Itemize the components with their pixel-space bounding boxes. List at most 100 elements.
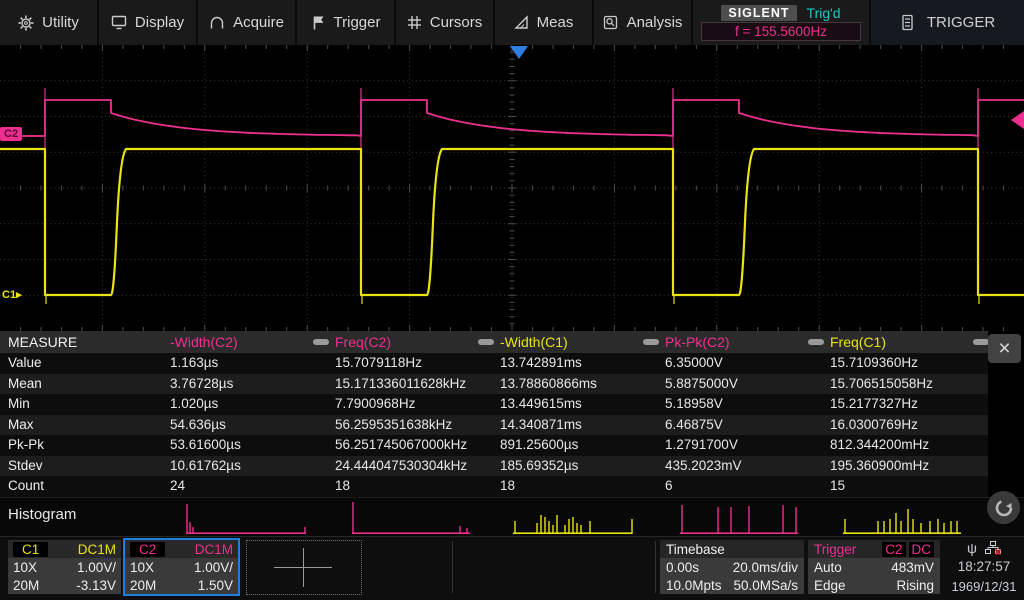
time-readout: 18:27:57 [957,559,1011,574]
gear-icon [18,15,34,30]
histogram-bar [730,507,732,534]
measure-cell: 6.46875V [665,416,723,432]
trigger-menu-label: TRIGGER [926,14,996,31]
measure-column-header[interactable]: -Width(C2) [170,331,238,353]
histogram-baseline [352,532,470,534]
remove-measure-button[interactable] [808,339,824,345]
channel-badge: C2 [130,541,166,557]
remove-measure-button[interactable] [313,339,329,345]
measure-row: Pk-Pk 53.61600µs 56.251745067000kHz 891.256… [0,435,988,456]
trigger-level-marker[interactable] [1011,111,1024,129]
histogram-bar [459,526,461,534]
menu-item-label: Acquire [233,14,284,31]
menu-item-utility[interactable]: Utility [0,0,99,45]
remove-measure-button[interactable] [973,339,989,345]
trigger-box[interactable]: Trigger C2 DC Auto 483mV Edge Rising [808,540,940,594]
measure-row-label: Mean [8,375,42,391]
timebase-box[interactable]: Timebase 0.00s 20.0ms/div 10.0Mpts 50.0M… [660,540,804,594]
sample-rate: 50.0MSa/s [733,577,798,593]
list-icon [902,14,913,31]
close-measure-button[interactable]: × [988,334,1021,363]
oscilloscope-ui: Utility Display Acquire Trigger Cursors … [0,0,1024,600]
histogram-bar [956,521,958,534]
measure-cell: 10.61762µs [170,457,241,473]
histogram-bar [580,525,582,534]
histogram-baseline [680,532,798,534]
measure-cell: 14.340871ms [500,416,582,432]
menu-item-label: Trigger [333,14,381,31]
measure-cell: 1.020µs [170,396,219,411]
memory-depth: 10.0Mpts [666,577,722,593]
divider [452,541,453,593]
add-channel-slot[interactable] [246,540,362,595]
measure-row: Mean 3.76728µs 15.171336011628kHz 13.788608… [0,373,988,394]
histogram-bar [304,527,306,534]
measure-panel: MEASURE -Width(C2) Freq(C2) -Width(C1) Pk-P… [0,331,1024,497]
histogram-bar [466,528,468,534]
measure-cell: 15.7079118Hz [335,355,422,370]
measure-row-label: Pk-Pk [8,437,45,452]
brand-status-area: SIGLENT Trig'd f = 155.5600Hz [693,0,871,45]
coupling-label: DC1M [77,541,116,557]
measure-cell: 6.35000V [665,355,723,370]
histogram-bar [514,521,516,534]
menu-bar: Utility Display Acquire Trigger Cursors … [0,0,1024,45]
histogram-bar [681,505,683,534]
measure-rows: Value 1.163µs 15.7079118Hz 13.742891ms 6.350… [0,353,988,497]
plus-icon [303,548,304,587]
channel-badge: C1 [13,541,49,557]
menu-item-label: Utility [42,14,79,31]
histogram-bar [572,517,574,534]
usb-icon: ψ [967,540,977,556]
trigger-position-marker[interactable] [510,46,528,59]
measure-column-header[interactable]: Freq(C1) [830,331,886,353]
histogram-bar [631,519,633,534]
measure-cell: 13.742891ms [500,355,582,370]
measure-cell: 15.706515058Hz [830,375,933,391]
trigger-coupling-chip: DC [908,541,934,557]
histogram-bar [877,521,879,534]
waveform-display[interactable] [0,45,1024,331]
trigger-type: Edge [814,577,846,593]
measure-cell: 24.444047530304kHz [335,457,468,473]
coupling-label: DC1M [194,541,233,557]
offset-value: 1.50V [197,577,233,593]
remove-measure-button[interactable] [478,339,494,345]
date-readout: 1969/12/31 [951,579,1017,594]
measure-row: Stdev 10.61762µs 24.444047530304kHz 185.693… [0,455,988,476]
bottom-status-bar: C1 DC1M 10X 1.00V/ 20M -3.13V C2 DC1M 10… [0,536,1024,600]
measure-row-label: Stdev [8,457,43,473]
menu-item-analysis[interactable]: Analysis [594,0,693,45]
channel-box-c2[interactable]: C2 DC1M 10X 1.00V/ 20M 1.50V [123,538,240,596]
channel-box-c1[interactable]: C1 DC1M 10X 1.00V/ 20M -3.13V [8,540,121,594]
bandwidth-label: 20M [13,577,40,593]
histogram-bar [844,519,846,534]
c2-offset-marker[interactable]: C2 [0,127,23,141]
c1-offset-marker[interactable]: C1▸ [2,288,22,301]
histogram-bar [782,505,784,534]
menu-item-acquire[interactable]: Acquire [198,0,297,45]
measure-column-header[interactable]: -Width(C1) [500,331,568,353]
histogram-bar [748,506,750,534]
analysis-icon [603,15,617,30]
trigger-menu-button[interactable]: TRIGGER [871,0,1024,45]
histogram-bar [540,515,542,534]
histogram-bar [186,504,188,534]
reset-statistics-button[interactable] [987,491,1020,524]
measure-column-header[interactable]: Freq(C2) [335,331,391,353]
volts-per-div: 1.00V/ [76,559,116,575]
cursors-grid-icon [407,16,421,29]
menu-item-display[interactable]: Display [99,0,198,45]
histogram-bar [568,519,570,534]
measure-title: MEASURE [8,334,78,350]
measure-column-header[interactable]: Pk-Pk(C2) [665,331,730,353]
measure-icon [513,15,528,29]
menu-item-meas[interactable]: Meas [495,0,594,45]
menu-item-cursors[interactable]: Cursors [396,0,495,45]
histogram-bar [900,521,902,534]
histogram-bar [889,519,891,534]
measure-header-row: MEASURE -Width(C2) Freq(C2) -Width(C1) Pk-P… [0,331,989,353]
remove-measure-button[interactable] [643,339,659,345]
measure-cell: 54.636µs [170,416,226,432]
menu-item-trigger[interactable]: Trigger [297,0,396,45]
